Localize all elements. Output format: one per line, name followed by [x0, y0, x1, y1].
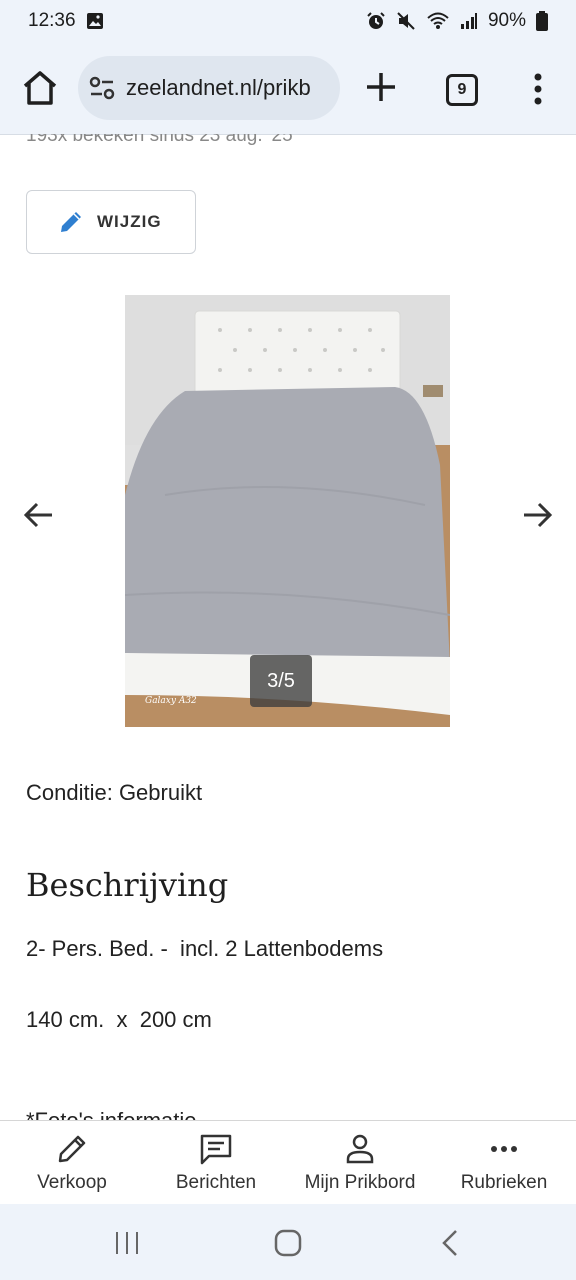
nav-item-verkoop[interactable]: Verkoop	[0, 1121, 144, 1205]
battery-percent: 90%	[487, 10, 526, 31]
photo-counter-text: 3/5	[267, 669, 295, 692]
chat-icon	[200, 1134, 232, 1165]
photo-counter: 3/5	[250, 655, 312, 707]
status-bar: 12:36 90%	[0, 0, 576, 42]
status-time: 12:36	[28, 10, 76, 31]
description-heading: Beschrijving	[26, 866, 229, 904]
condition-text: Conditie: Gebruikt	[26, 780, 203, 805]
edit-button[interactable]: WIJZIG	[26, 190, 196, 254]
back-icon[interactable]	[436, 1228, 466, 1258]
wifi-icon	[427, 12, 449, 29]
plus-icon[interactable]	[362, 68, 400, 106]
address-bar[interactable]: zeelandnet.nl/prikb	[78, 56, 340, 120]
arrow-right-icon[interactable]	[520, 498, 554, 532]
bottom-nav: Verkoop Berichten Mijn Prikbord Rubrieke…	[0, 1120, 576, 1205]
mute-icon	[397, 12, 415, 30]
image-icon	[86, 13, 103, 29]
tabs-button[interactable]: 9	[446, 74, 478, 106]
nav-item-label: Mijn Prikbord	[304, 1172, 416, 1193]
description-line: 2- Pers. Bed. - incl. 2 Lattenbodems	[26, 936, 384, 961]
recents-icon[interactable]	[112, 1228, 142, 1258]
page-content: 193x bekeken sinds 23 aug. '25 WIJZIG Ga…	[0, 134, 576, 1120]
browser-toolbar: zeelandnet.nl/prikb 9	[0, 42, 576, 135]
nav-item-mijn-prikbord[interactable]: Mijn Prikbord	[288, 1121, 432, 1205]
home-nav-icon[interactable]	[273, 1228, 303, 1258]
more-vert-icon[interactable]	[526, 72, 550, 106]
views-count: 193x bekeken sinds 23 aug. '25	[26, 134, 293, 146]
pencil-icon	[58, 1135, 86, 1163]
home-icon[interactable]	[20, 68, 60, 108]
nav-item-label: Berichten	[175, 1172, 257, 1193]
site-settings-icon[interactable]	[88, 74, 116, 102]
signal-icon	[460, 13, 477, 29]
pencil-icon	[61, 212, 81, 232]
person-icon	[346, 1134, 374, 1164]
url-text: zeelandnet.nl/prikb	[126, 75, 311, 100]
nav-item-label: Rubrieken	[460, 1172, 548, 1193]
tab-count: 9	[457, 81, 467, 98]
description-line: *Foto's informatie	[26, 1108, 197, 1120]
system-nav-bar	[0, 1204, 576, 1280]
nav-item-label: Verkoop	[37, 1172, 107, 1193]
nav-item-berichten[interactable]: Berichten	[144, 1121, 288, 1205]
alarm-icon	[367, 12, 385, 29]
edit-button-label: WIJZIG	[97, 212, 162, 231]
description-line: 140 cm. x 200 cm	[26, 1007, 212, 1032]
photo-watermark: Galaxy A32	[145, 696, 197, 706]
arrow-left-icon[interactable]	[22, 498, 56, 532]
more-horiz-icon	[491, 1146, 517, 1152]
battery-icon	[536, 11, 548, 31]
nav-item-rubrieken[interactable]: Rubrieken	[432, 1121, 576, 1205]
